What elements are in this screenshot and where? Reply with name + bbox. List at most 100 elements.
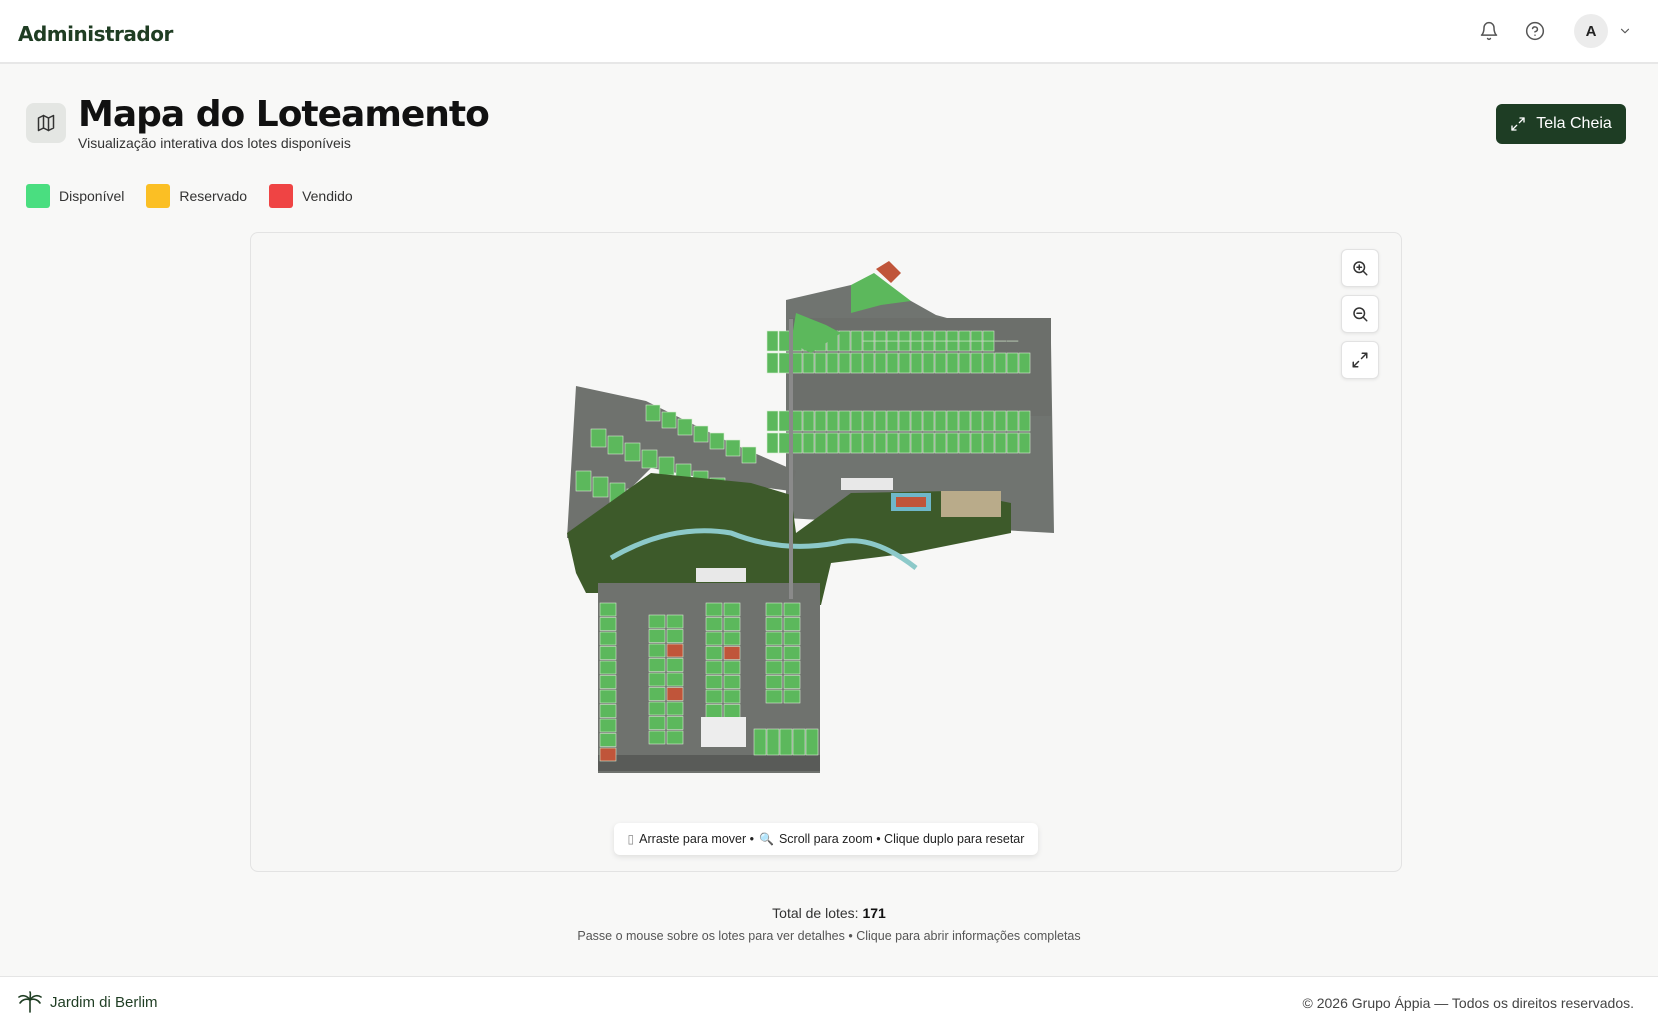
lot-available[interactable] xyxy=(1018,352,1031,374)
lot-available[interactable] xyxy=(910,432,923,454)
lot-available[interactable] xyxy=(666,614,684,629)
lot-available[interactable] xyxy=(645,404,661,422)
fullscreen-button[interactable]: Tela Cheia xyxy=(1496,104,1626,144)
lot-available[interactable] xyxy=(705,646,723,660)
lot-available[interactable] xyxy=(766,728,780,756)
lot-available[interactable] xyxy=(779,728,793,756)
lot-available[interactable] xyxy=(970,432,983,454)
lot-available[interactable] xyxy=(982,352,995,374)
lot-available[interactable] xyxy=(814,410,827,432)
lot-available[interactable] xyxy=(599,602,617,617)
lot-available[interactable] xyxy=(805,728,819,756)
lot-available[interactable] xyxy=(648,643,666,658)
lot-available[interactable] xyxy=(648,716,666,730)
lot-available[interactable] xyxy=(946,432,959,454)
lot-available[interactable] xyxy=(693,425,709,443)
lot-available[interactable] xyxy=(838,410,851,432)
lot-available[interactable] xyxy=(850,330,863,352)
lot-available[interactable] xyxy=(970,352,983,374)
chevron-down-icon[interactable] xyxy=(1616,22,1634,40)
help-icon[interactable] xyxy=(1520,16,1550,46)
lot-available[interactable] xyxy=(874,352,887,374)
lot-available[interactable] xyxy=(641,449,658,469)
lot-available[interactable] xyxy=(982,432,995,454)
lot-available[interactable] xyxy=(705,675,723,689)
lot-available[interactable] xyxy=(994,352,1007,374)
user-avatar[interactable]: A xyxy=(1574,14,1608,48)
lot-available[interactable] xyxy=(783,689,801,704)
lot-available[interactable] xyxy=(599,733,617,747)
lot-available[interactable] xyxy=(958,432,971,454)
lot-available[interactable] xyxy=(765,689,783,704)
lot-available[interactable] xyxy=(709,432,725,450)
lot-available[interactable] xyxy=(802,432,815,454)
map-viewer[interactable]: ▯ Arraste para mover • 🔍 Scroll para zoo… xyxy=(250,232,1402,872)
lot-available[interactable] xyxy=(1006,410,1019,432)
lot-available[interactable] xyxy=(1018,410,1031,432)
lot-available[interactable] xyxy=(723,704,741,718)
lot-available[interactable] xyxy=(778,410,791,432)
lot-available[interactable] xyxy=(705,689,723,704)
lot-available[interactable] xyxy=(705,617,723,631)
lot-available[interactable] xyxy=(723,602,741,617)
lot-available[interactable] xyxy=(886,432,899,454)
lot-available[interactable] xyxy=(934,410,947,432)
lot-available[interactable] xyxy=(838,432,851,454)
lot-available[interactable] xyxy=(982,410,995,432)
lot-available[interactable] xyxy=(886,352,899,374)
zoom-out-button[interactable] xyxy=(1341,295,1379,333)
lot-available[interactable] xyxy=(765,631,783,646)
lot-available[interactable] xyxy=(994,410,1007,432)
lot-sold[interactable] xyxy=(666,643,684,658)
lot-available[interactable] xyxy=(666,672,684,687)
lot-available[interactable] xyxy=(1006,432,1019,454)
lot-available[interactable] xyxy=(705,704,723,718)
lot-available[interactable] xyxy=(599,646,617,660)
lot-available[interactable] xyxy=(766,330,779,352)
lot-sold[interactable] xyxy=(666,687,684,701)
lot-available[interactable] xyxy=(898,432,911,454)
lot-available[interactable] xyxy=(575,470,592,492)
lot-available[interactable] xyxy=(765,602,783,617)
lot-available[interactable] xyxy=(922,352,935,374)
lot-available[interactable] xyxy=(765,617,783,631)
lot-available[interactable] xyxy=(850,432,863,454)
lot-available[interactable] xyxy=(922,432,935,454)
lot-available[interactable] xyxy=(705,631,723,646)
lot-available[interactable] xyxy=(898,410,911,432)
lot-available[interactable] xyxy=(792,728,806,756)
subdivision-map[interactable] xyxy=(251,233,1403,873)
lot-available[interactable] xyxy=(723,660,741,675)
lot-available[interactable] xyxy=(648,672,666,687)
lot-available[interactable] xyxy=(705,660,723,675)
lot-available[interactable] xyxy=(862,432,875,454)
lot-available[interactable] xyxy=(666,716,684,730)
lot-available[interactable] xyxy=(994,432,1007,454)
lot-available[interactable] xyxy=(886,410,899,432)
lot-available[interactable] xyxy=(599,675,617,689)
lot-available[interactable] xyxy=(677,418,693,436)
lot-available[interactable] xyxy=(910,352,923,374)
lot-available[interactable] xyxy=(874,432,887,454)
lot-available[interactable] xyxy=(874,410,887,432)
lot-available[interactable] xyxy=(826,410,839,432)
lot-available[interactable] xyxy=(590,428,607,448)
reset-view-button[interactable] xyxy=(1341,341,1379,379)
lot-available[interactable] xyxy=(783,646,801,660)
lot-available[interactable] xyxy=(850,410,863,432)
lot-available[interactable] xyxy=(648,730,666,745)
lot-available[interactable] xyxy=(592,476,609,498)
lot-available[interactable] xyxy=(648,614,666,629)
lot-available[interactable] xyxy=(934,432,947,454)
lot-available[interactable] xyxy=(723,617,741,631)
lot-available[interactable] xyxy=(778,330,791,352)
lot-available[interactable] xyxy=(783,675,801,689)
lot-available[interactable] xyxy=(898,352,911,374)
lot-available[interactable] xyxy=(723,689,741,704)
lot-available[interactable] xyxy=(599,617,617,631)
lot-available[interactable] xyxy=(1018,432,1031,454)
lot-available[interactable] xyxy=(783,631,801,646)
lot-available[interactable] xyxy=(970,410,983,432)
lot-available[interactable] xyxy=(946,410,959,432)
lot-available[interactable] xyxy=(850,352,863,374)
